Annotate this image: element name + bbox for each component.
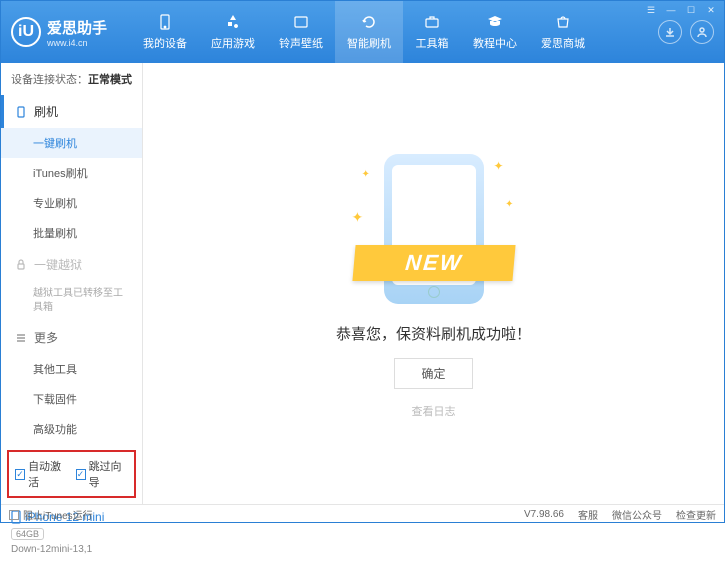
sidebar: 设备连接状态：正常模式 刷机 一键刷机 iTunes刷机 专业刷机 批量刷机 一… (1, 63, 143, 504)
phone-small-icon (14, 105, 28, 119)
menu-button[interactable]: ☰ (642, 3, 660, 17)
checkbox-auto-activate[interactable]: ✓ 自动激活 (15, 458, 68, 490)
header: ☰ — ☐ ✕ iU 爱思助手 www.i4.cn 我的设备 应用游戏 铃声壁纸… (1, 1, 724, 63)
download-button[interactable] (658, 20, 682, 44)
confirm-button[interactable]: 确定 (394, 358, 472, 389)
tab-label: 智能刷机 (347, 35, 391, 51)
footer-right: V7.98.66 客服 微信公众号 检查更新 (524, 507, 716, 522)
maximize-button[interactable]: ☐ (682, 3, 700, 17)
section-jailbreak-header: 一键越狱 (1, 248, 142, 281)
success-illustration: NEW ✦ ✦ ✦ ✦ (344, 149, 524, 309)
toolbox-icon (423, 13, 441, 31)
options-box: ✓ 自动激活 ✓ 跳过向导 (7, 450, 136, 498)
refresh-icon (360, 13, 378, 31)
new-ribbon: NEW (352, 245, 515, 281)
update-link[interactable]: 检查更新 (676, 507, 716, 522)
section-title: 更多 (34, 329, 58, 346)
conn-value: 正常模式 (88, 74, 132, 86)
checkmark-icon: ✓ (76, 469, 86, 480)
sidebar-item-advanced[interactable]: 高级功能 (1, 414, 142, 444)
main-content: NEW ✦ ✦ ✦ ✦ 恭喜您，保资料刷机成功啦！ 确定 查看日志 (143, 63, 724, 504)
wechat-link[interactable]: 微信公众号 (612, 507, 662, 522)
tab-tutorials[interactable]: 教程中心 (461, 1, 529, 63)
user-button[interactable] (690, 20, 714, 44)
sidebar-item-othertools[interactable]: 其他工具 (1, 354, 142, 384)
section-more-header[interactable]: 更多 (1, 321, 142, 354)
jailbreak-note: 越狱工具已转移至工具箱 (1, 281, 142, 321)
apps-icon (224, 13, 242, 31)
tab-label: 铃声壁纸 (279, 35, 323, 51)
star-icon: ✦ (505, 199, 513, 210)
app-title: 爱思助手 (47, 17, 107, 38)
lock-icon (14, 258, 28, 272)
star-icon: ✦ (493, 159, 503, 173)
block-itunes-checkbox[interactable]: 阻止iTunes运行 (9, 507, 93, 522)
tab-label: 我的设备 (143, 35, 187, 51)
tab-label: 应用游戏 (211, 35, 255, 51)
header-actions (658, 20, 724, 44)
nav-tabs: 我的设备 应用游戏 铃声壁纸 智能刷机 工具箱 教程中心 爱思商城 (131, 1, 658, 63)
tab-label: 工具箱 (416, 35, 449, 51)
minimize-button[interactable]: — (662, 3, 680, 17)
view-log-link[interactable]: 查看日志 (412, 403, 456, 419)
sidebar-item-onekey[interactable]: 一键刷机 (1, 128, 142, 158)
phone-icon (156, 13, 174, 31)
section-title: 一键越狱 (34, 256, 82, 273)
chk-label: 自动激活 (28, 458, 67, 490)
graduation-icon (486, 13, 504, 31)
connection-status: 设备连接状态：正常模式 (1, 63, 142, 95)
tab-toolbox[interactable]: 工具箱 (403, 1, 461, 63)
device-firmware: Down-12mini-13,1 (11, 544, 132, 555)
star-icon: ✦ (362, 169, 370, 180)
chk-label: 跳过向导 (89, 458, 128, 490)
menu-icon (14, 331, 28, 345)
section-more: 更多 其他工具 下载固件 高级功能 (1, 321, 142, 444)
checkbox-icon (9, 510, 19, 520)
wallpaper-icon (292, 13, 310, 31)
sidebar-item-batch[interactable]: 批量刷机 (1, 218, 142, 248)
tab-my-device[interactable]: 我的设备 (131, 1, 199, 63)
section-title: 刷机 (34, 103, 58, 120)
section-flash: 刷机 一键刷机 iTunes刷机 专业刷机 批量刷机 (1, 95, 142, 248)
conn-label: 设备连接状态： (11, 74, 88, 86)
phone-graphic (384, 154, 484, 304)
version-label: V7.98.66 (524, 509, 564, 520)
tab-label: 教程中心 (473, 35, 517, 51)
store-icon (554, 13, 572, 31)
body: 设备连接状态：正常模式 刷机 一键刷机 iTunes刷机 专业刷机 批量刷机 一… (1, 63, 724, 504)
window-controls: ☰ — ☐ ✕ (642, 3, 720, 17)
logo: iU 爱思助手 www.i4.cn (1, 17, 131, 48)
tab-apps[interactable]: 应用游戏 (199, 1, 267, 63)
tab-flash[interactable]: 智能刷机 (335, 1, 403, 63)
checkmark-icon: ✓ (15, 469, 25, 480)
tab-label: 爱思商城 (541, 35, 585, 51)
sidebar-item-itunes[interactable]: iTunes刷机 (1, 158, 142, 188)
success-message: 恭喜您，保资料刷机成功啦！ (336, 323, 531, 344)
tab-store[interactable]: 爱思商城 (529, 1, 597, 63)
app-url: www.i4.cn (47, 38, 107, 48)
section-jailbreak: 一键越狱 越狱工具已转移至工具箱 (1, 248, 142, 321)
close-button[interactable]: ✕ (702, 3, 720, 17)
device-storage: 64GB (11, 528, 44, 540)
tab-ringtones[interactable]: 铃声壁纸 (267, 1, 335, 63)
support-link[interactable]: 客服 (578, 507, 598, 522)
star-icon: ✦ (352, 209, 364, 226)
section-flash-header[interactable]: 刷机 (1, 95, 142, 128)
logo-icon: iU (11, 17, 41, 47)
checkbox-skip-guide[interactable]: ✓ 跳过向导 (76, 458, 129, 490)
sidebar-item-pro[interactable]: 专业刷机 (1, 188, 142, 218)
footer-block-label: 阻止iTunes运行 (23, 507, 93, 522)
sidebar-item-download-fw[interactable]: 下载固件 (1, 384, 142, 414)
